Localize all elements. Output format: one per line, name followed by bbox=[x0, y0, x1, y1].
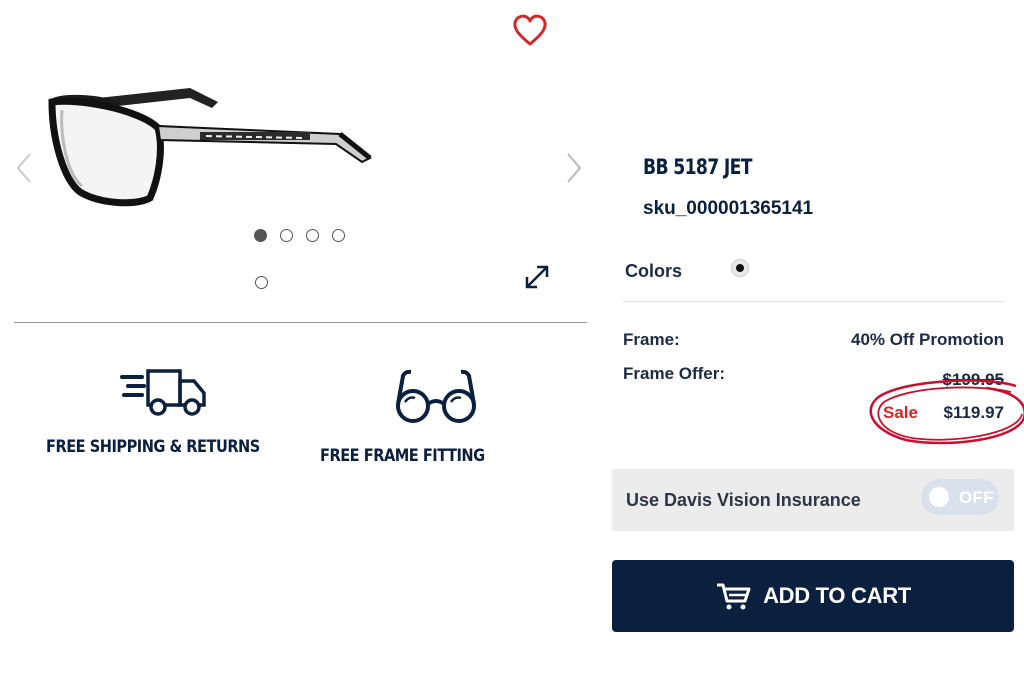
carousel-dot[interactable] bbox=[306, 229, 319, 242]
insurance-label: Use Davis Vision Insurance bbox=[626, 490, 861, 510]
original-price: $199.95 bbox=[942, 370, 1004, 389]
frame-offer-label: Frame Offer: bbox=[623, 364, 726, 383]
toggle-knob bbox=[929, 487, 949, 507]
expand-icon[interactable] bbox=[522, 262, 552, 292]
toggle-state-text: OFF bbox=[959, 488, 994, 507]
product-title: BB 5187 JET bbox=[643, 155, 753, 179]
sale-badge: Sale bbox=[883, 403, 918, 422]
product-image bbox=[40, 80, 380, 220]
glasses-icon bbox=[393, 368, 479, 426]
sale-price: $119.97 bbox=[943, 403, 1004, 422]
add-to-cart-label: ADD TO CART bbox=[763, 583, 911, 608]
insurance-toggle[interactable]: OFF bbox=[921, 479, 999, 515]
carousel-dot[interactable] bbox=[254, 229, 267, 242]
insurance-row: Use Davis Vision Insurance OFF bbox=[612, 469, 1014, 531]
secondary-carousel-dot[interactable] bbox=[255, 276, 268, 289]
cart-icon bbox=[715, 581, 751, 611]
colors-label: Colors bbox=[625, 261, 683, 281]
carousel-dot[interactable] bbox=[280, 229, 293, 242]
product-sku: sku_000001365141 bbox=[643, 198, 814, 219]
gallery-divider bbox=[14, 322, 587, 323]
free-fitting-label: FREE FRAME FITTING bbox=[320, 446, 485, 466]
chevron-left-icon[interactable] bbox=[12, 150, 36, 186]
favorite-heart-icon[interactable] bbox=[511, 12, 549, 48]
chevron-right-icon[interactable] bbox=[562, 150, 586, 186]
carousel-dot[interactable] bbox=[332, 229, 345, 242]
add-to-cart-button[interactable]: ADD TO CART bbox=[612, 560, 1014, 632]
promotion-text: 40% Off Promotion bbox=[850, 330, 1004, 349]
truck-icon bbox=[118, 367, 208, 419]
color-swatch-selected[interactable] bbox=[731, 259, 749, 277]
free-shipping-label: FREE SHIPPING & RETURNS bbox=[46, 437, 260, 457]
carousel-dots bbox=[254, 229, 345, 242]
info-divider bbox=[623, 301, 1004, 302]
frame-label: Frame: bbox=[623, 330, 680, 349]
